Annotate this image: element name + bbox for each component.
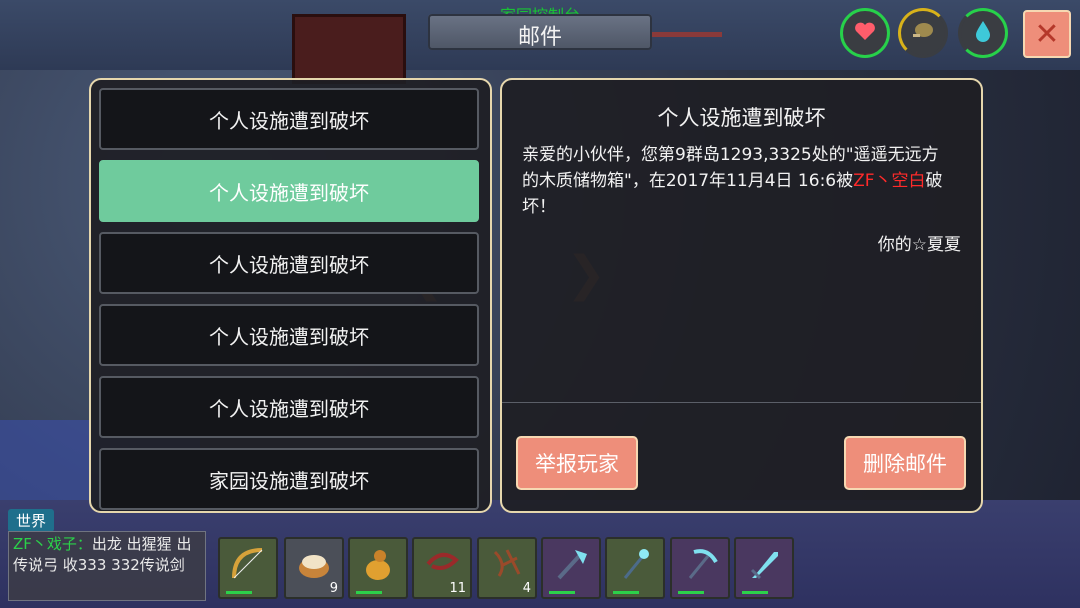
water-stat — [958, 8, 1008, 58]
mail-list-item[interactable]: 个人设施遭到破坏 — [99, 232, 479, 294]
divider — [502, 402, 981, 403]
crystal-sword-icon — [744, 544, 784, 592]
mail-title: 个人设施遭到破坏 — [657, 106, 826, 130]
delete-mail-button[interactable]: 删除邮件 — [844, 436, 966, 490]
crystal-staff-icon — [615, 544, 655, 592]
heart-icon — [854, 21, 876, 45]
health-stat — [840, 8, 890, 58]
mail-list-item[interactable]: 个人设施遭到破坏 — [99, 376, 479, 438]
attacker-name[interactable]: ZF丶空白 — [853, 171, 925, 191]
hotbar-slot[interactable] — [541, 537, 601, 599]
page-title: 邮件 — [517, 25, 562, 50]
hotbar-slot[interactable] — [670, 537, 730, 599]
item-count: 4 — [522, 581, 531, 596]
mail-detail-panel: 个人设施遭到破坏 亲爱的小伙伴，您第9群岛1293,3325处的"遥遥无远方的木… — [500, 78, 983, 513]
durability-bar — [613, 591, 639, 594]
crystal-axe-icon — [551, 544, 591, 592]
durability-bar — [549, 591, 575, 594]
chat-channel-tab[interactable]: 世界 — [8, 509, 55, 532]
pickaxe-icon — [680, 544, 720, 592]
durability-bar — [356, 591, 382, 594]
item-count: 9 — [329, 581, 338, 596]
mail-list-panel: 个人设施遭到破坏 个人设施遭到破坏 个人设施遭到破坏 个人设施遭到破坏 个人设施… — [89, 78, 492, 513]
mail-list-item[interactable]: 个人设施遭到破坏 — [99, 88, 479, 150]
hotbar-slot[interactable]: 9 — [284, 537, 344, 599]
food-stat — [898, 8, 948, 58]
vine-icon — [487, 544, 527, 592]
droplet-icon — [974, 19, 992, 47]
close-button[interactable]: ✕ — [1023, 10, 1071, 58]
hotbar-slot[interactable] — [734, 537, 794, 599]
hotbar-slot[interactable] — [218, 537, 278, 599]
mail-list-item[interactable]: 家园设施遭到破坏 — [99, 448, 479, 510]
durability-bar — [742, 591, 768, 594]
mail-body: 亲爱的小伙伴，您第9群岛1293,3325处的"遥遥无远方的木质储物箱"，在20… — [522, 142, 952, 220]
chat-box[interactable]: ZF丶戏子：出龙 出猩猩 出传说弓 收333 332传说剑 — [8, 531, 206, 601]
background-door — [292, 14, 406, 84]
mail-signature: 你的☆夏夏 — [877, 235, 961, 255]
report-player-button[interactable]: 举报玩家 — [516, 436, 638, 490]
close-icon: ✕ — [1034, 16, 1060, 52]
dumpling-basket-icon — [294, 544, 334, 592]
item-count: 11 — [449, 581, 466, 596]
hotbar-slot[interactable] — [348, 537, 408, 599]
hotbar-slot[interactable] — [605, 537, 665, 599]
bow-icon — [228, 544, 268, 592]
mail-list-item-selected[interactable]: 个人设施遭到破坏 — [99, 160, 479, 222]
gourd-icon — [358, 544, 398, 592]
title-banner: 邮件 — [420, 14, 660, 50]
hotbar-slot[interactable]: 4 — [477, 537, 537, 599]
hotbar-slot[interactable]: 11 — [412, 537, 472, 599]
drumstick-icon — [911, 21, 935, 45]
chat-sender: ZF丶戏子： — [13, 535, 92, 553]
mail-list-item[interactable]: 个人设施遭到破坏 — [99, 304, 479, 366]
durability-bar — [678, 591, 704, 594]
durability-bar — [226, 591, 252, 594]
